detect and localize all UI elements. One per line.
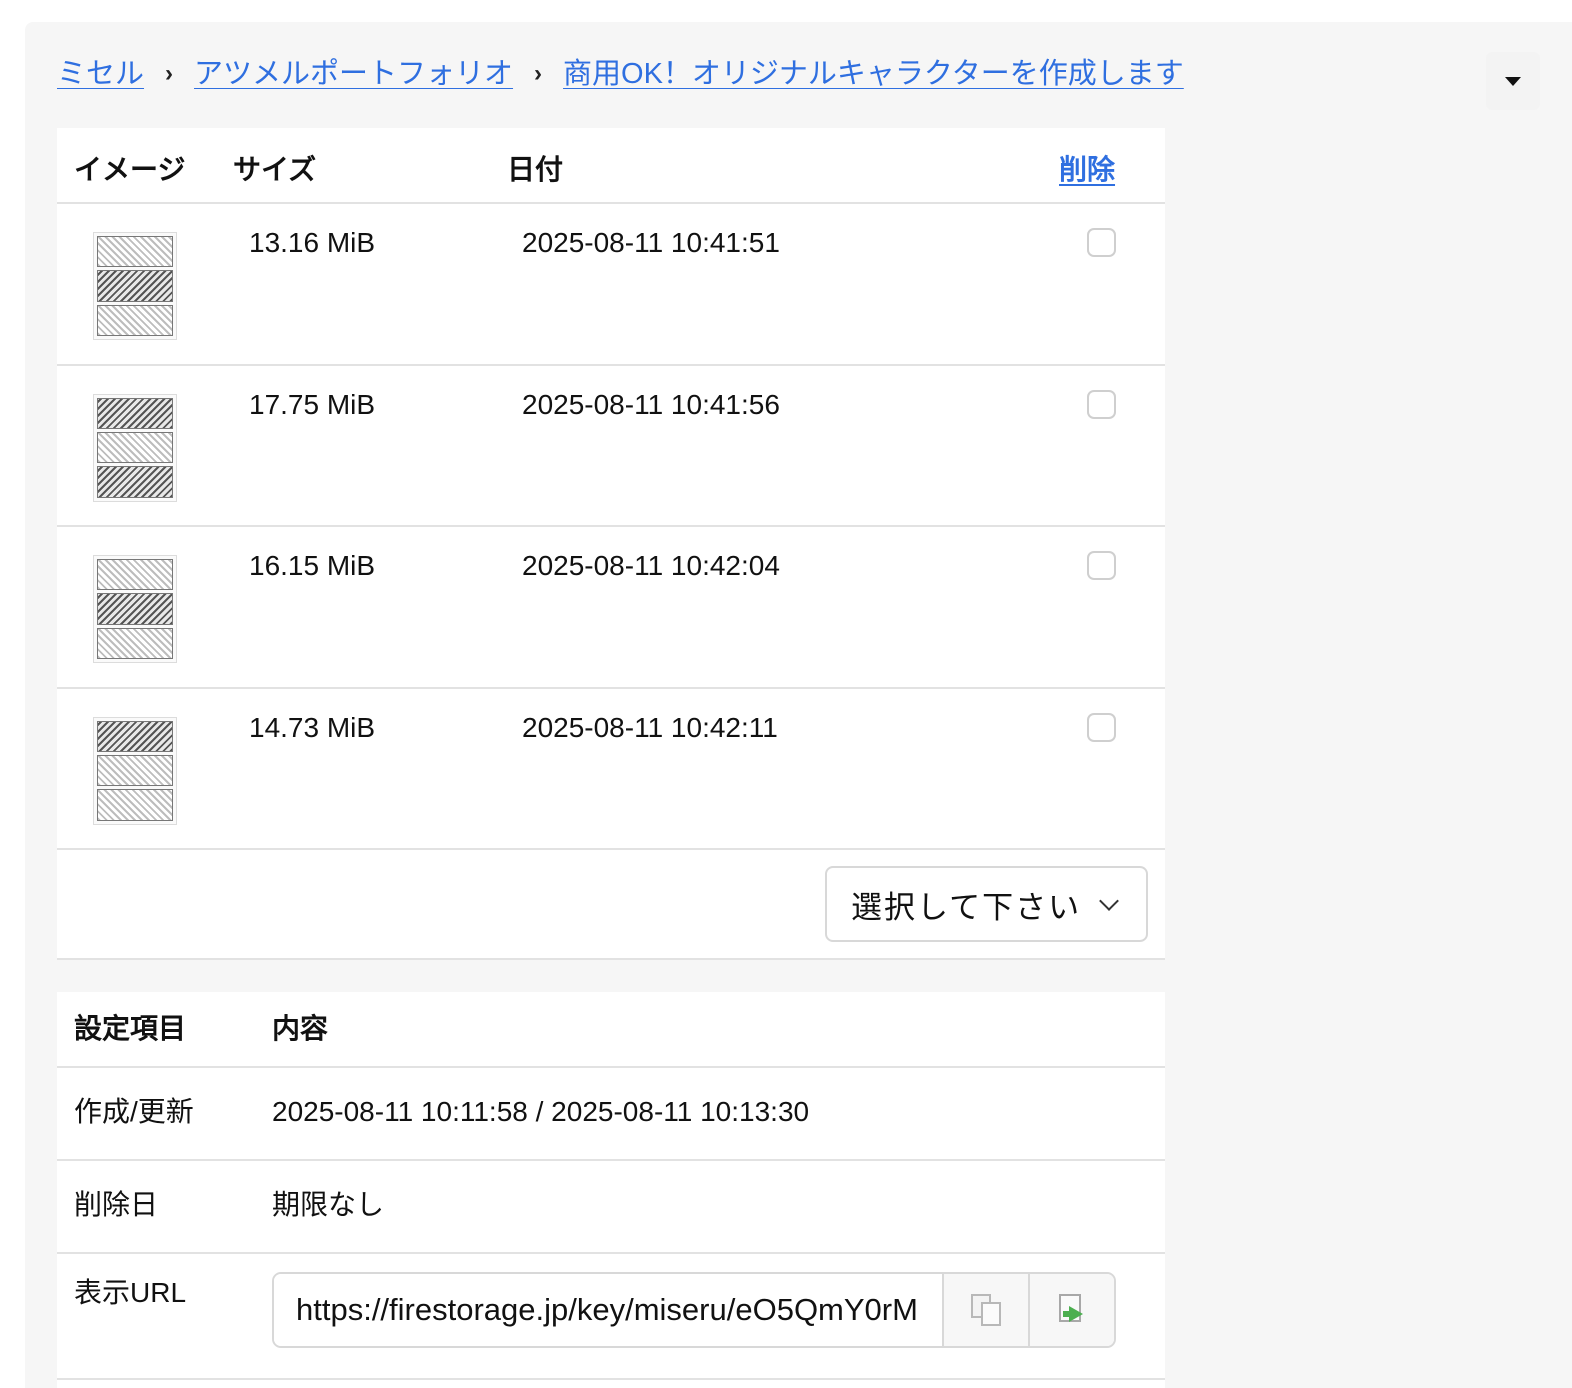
thumbnail-panel: [97, 304, 173, 336]
thumbnail-panel: [97, 627, 173, 659]
table-row: 17.75 MiB 2025-08-11 10:41:56: [57, 366, 1165, 527]
bulk-action-select-value: 選択して下さい: [851, 889, 1082, 925]
menu-dropdown-button[interactable]: [1486, 52, 1540, 110]
display-url-group: [272, 1272, 1116, 1348]
header-image: イメージ: [74, 154, 186, 185]
thumbnail-panel: [97, 397, 173, 429]
settings-table: 設定項目 内容 作成/更新 2025-08-11 10:11:58 / 2025…: [57, 992, 1165, 1388]
thumbnail-panel: [97, 466, 173, 498]
thumbnail-panel: [97, 789, 173, 821]
thumbnail-panel: [97, 270, 173, 302]
display-url-input[interactable]: [274, 1274, 942, 1346]
files-table-header: イメージ サイズ 日付 削除: [57, 128, 1165, 204]
file-date: 2025-08-11 10:41:56: [522, 388, 780, 420]
breadcrumb: ミセル › アツメルポートフォリオ › 商用OK！オリジナルキャラクターを作成し…: [57, 54, 1184, 94]
thumbnail-panel: [97, 720, 173, 752]
settings-row-delete-date: 削除日 期限なし: [57, 1161, 1165, 1254]
breadcrumb-separator-icon: ›: [534, 60, 543, 87]
image-thumbnail[interactable]: [93, 232, 177, 340]
file-size: 16.15 MiB: [249, 550, 376, 581]
delete-link[interactable]: 削除: [1059, 148, 1115, 188]
thumbnail-panel: [97, 593, 173, 625]
bulk-action-select[interactable]: 選択して下さい: [825, 866, 1148, 942]
settings-header: 設定項目 内容: [57, 992, 1165, 1068]
file-date: 2025-08-11 10:42:04: [522, 550, 780, 581]
copy-icon: [969, 1292, 1003, 1328]
thumbnail-panel: [97, 754, 173, 787]
header-content: 内容: [272, 1013, 329, 1044]
table-row: 13.16 MiB 2025-08-11 10:41:51: [57, 204, 1165, 366]
breadcrumb-link-miseru[interactable]: ミセル: [57, 54, 144, 94]
file-size: 14.73 MiB: [249, 711, 376, 743]
open-url-button[interactable]: [1028, 1274, 1114, 1346]
thumbnail-panel: [97, 431, 173, 464]
delete-date-label: 削除日: [74, 1189, 159, 1220]
settings-row-created-updated: 作成/更新 2025-08-11 10:11:58 / 2025-08-11 1…: [57, 1068, 1165, 1161]
row-checkbox[interactable]: [1087, 551, 1116, 580]
header-size: サイズ: [233, 154, 317, 185]
copy-url-button[interactable]: [942, 1274, 1028, 1346]
file-size: 17.75 MiB: [249, 388, 376, 420]
breadcrumb-separator-icon: ›: [165, 60, 174, 87]
files-table: イメージ サイズ 日付 削除 13.16 MiB 2025-08-11 10:4…: [57, 128, 1165, 960]
caret-down-icon: [1505, 76, 1521, 86]
row-checkbox[interactable]: [1087, 228, 1116, 257]
file-date: 2025-08-11 10:42:11: [522, 711, 778, 743]
row-checkbox[interactable]: [1087, 712, 1116, 742]
table-row: 14.73 MiB 2025-08-11 10:42:11: [57, 689, 1165, 850]
created-updated-label: 作成/更新: [74, 1096, 194, 1127]
table-row: 16.15 MiB 2025-08-11 10:42:04: [57, 527, 1165, 689]
display-url-label: 表示URL: [74, 1277, 187, 1308]
image-thumbnail[interactable]: [93, 716, 177, 825]
page-container: ミセル › アツメルポートフォリオ › 商用OK！オリジナルキャラクターを作成し…: [25, 22, 1572, 1388]
row-checkbox[interactable]: [1087, 389, 1116, 419]
thumbnail-panel: [97, 559, 173, 591]
file-size: 13.16 MiB: [249, 227, 376, 258]
file-date: 2025-08-11 10:41:51: [522, 227, 780, 258]
open-link-icon: [1055, 1292, 1089, 1328]
chevron-down-icon: [1099, 891, 1119, 911]
breadcrumb-link-portfolio[interactable]: アツメルポートフォリオ: [194, 54, 513, 94]
breadcrumb-link-current[interactable]: 商用OK！オリジナルキャラクターを作成します: [563, 54, 1184, 94]
header-setting-item: 設定項目: [74, 1013, 187, 1044]
thumbnail-panel: [97, 236, 173, 268]
created-updated-value: 2025-08-11 10:11:58 / 2025-08-11 10:13:3…: [272, 1096, 810, 1127]
image-thumbnail[interactable]: [93, 555, 177, 663]
header-date: 日付: [507, 154, 564, 185]
settings-row-display-url: 表示URL: [57, 1254, 1165, 1380]
delete-date-value: 期限なし: [272, 1189, 385, 1220]
image-thumbnail[interactable]: [93, 393, 177, 502]
